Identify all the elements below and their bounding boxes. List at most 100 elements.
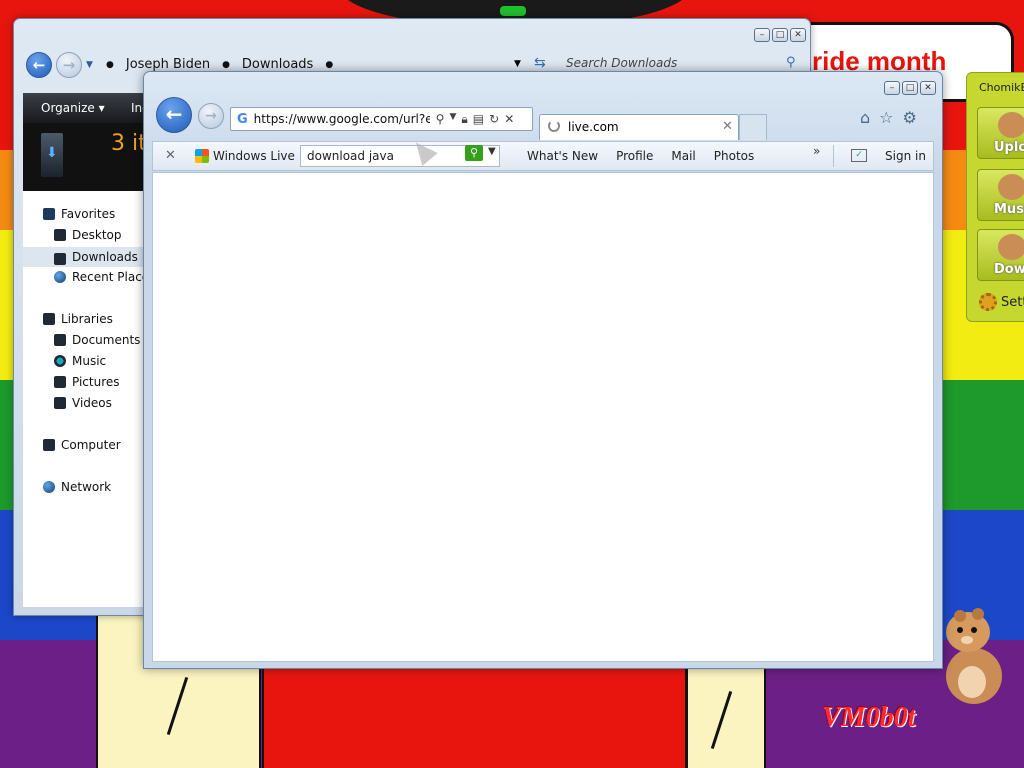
refresh-icon[interactable]: ⇆ <box>534 55 546 71</box>
downloads-icon <box>54 253 66 265</box>
gadget-settings-label: Settings <box>1001 294 1024 310</box>
nav-downloads-label: Downloads <box>72 250 138 264</box>
minimize-button[interactable]: – <box>754 28 770 42</box>
tab-live[interactable]: live.com ✕ <box>539 114 739 140</box>
search-icon[interactable]: ⚲ <box>436 112 445 127</box>
nav-network-label: Network <box>61 480 112 494</box>
vmbot-logo: VM0b0t <box>822 702 916 733</box>
organize-button[interactable]: Organize ▾ <box>41 101 105 115</box>
maximize-button[interactable]: □ <box>772 28 788 42</box>
history-dropdown-icon[interactable]: ▼ <box>86 60 93 70</box>
breadcrumb-item-user[interactable]: Joseph Biden <box>126 57 210 72</box>
minimize-button[interactable]: – <box>884 81 900 95</box>
loading-spinner-icon <box>548 120 560 132</box>
toolbar-links: What's New Profile Mail Photos <box>527 149 754 163</box>
gadget-music-button[interactable]: Music <box>977 169 1024 221</box>
nav-pictures-label: Pictures <box>72 375 120 389</box>
nav-desktop-label: Desktop <box>72 228 122 242</box>
back-button[interactable]: ← <box>156 97 192 133</box>
breadcrumb-item-downloads[interactable]: Downloads <box>242 57 313 72</box>
maximize-button[interactable]: □ <box>902 81 918 95</box>
gear-icon <box>979 293 997 311</box>
link-whats-new[interactable]: What's New <box>527 149 598 163</box>
nav-pictures[interactable]: Pictures <box>54 375 120 389</box>
recent-places-icon <box>54 271 66 283</box>
address-url[interactable]: https://www.google.com/url?esrc <box>254 112 430 126</box>
close-button[interactable]: ✕ <box>790 28 806 42</box>
ie-window-controls: – □ ✕ <box>884 81 936 95</box>
address-bar-icons: ⚲ ▼ 🔒︎ ▤ ↻ ✕ <box>436 112 515 127</box>
explorer-nav-buttons: ← → ▼ <box>26 52 93 78</box>
link-profile[interactable]: Profile <box>616 149 653 163</box>
favorites-star-icon[interactable]: ☆ <box>879 108 893 127</box>
nav-computer[interactable]: Computer <box>43 438 121 452</box>
gadget-upload-button[interactable]: Upload <box>977 107 1024 159</box>
dropdown-icon[interactable]: ▼ <box>449 112 456 127</box>
gadget-settings-button[interactable]: Settings <box>979 293 1024 311</box>
hamster-icon <box>946 608 1002 704</box>
navigation-pane: Favorites Desktop Downloads Recent Place… <box>23 191 155 607</box>
checkmark-icon[interactable]: ✓ <box>851 149 867 162</box>
network-icon <box>43 481 55 493</box>
link-mail[interactable]: Mail <box>671 149 695 163</box>
nav-favorites[interactable]: Favorites <box>43 207 115 221</box>
breadcrumb-separator: ● <box>106 59 114 70</box>
tab-close-icon[interactable]: ✕ <box>722 119 733 134</box>
favorites-icon <box>43 208 55 220</box>
gadget-music-label: Music <box>994 202 1024 217</box>
hamster-icon <box>998 112 1024 138</box>
link-photos[interactable]: Photos <box>714 149 754 163</box>
page-content-area[interactable] <box>152 172 934 662</box>
home-icon[interactable]: ⌂ <box>860 108 870 127</box>
search-icon[interactable]: ⚲ <box>786 55 796 70</box>
address-bar[interactable]: G https://www.google.com/url?esrc ⚲ ▼ 🔒︎… <box>230 107 533 131</box>
search-go-icon[interactable]: ⚲ <box>465 145 483 161</box>
forward-button[interactable]: → <box>56 52 82 78</box>
hamster-icon <box>998 234 1024 260</box>
breadcrumb: ● Joseph Biden ● Downloads ● <box>106 57 333 72</box>
chomikbox-gadget: ChomikBox Upload Music Download Settings <box>966 72 1024 322</box>
nav-network[interactable]: Network <box>43 480 111 494</box>
nav-desktop[interactable]: Desktop <box>54 228 122 242</box>
nav-computer-label: Computer <box>61 438 121 452</box>
lock-icon[interactable]: 🔒︎ <box>461 112 467 127</box>
search-input[interactable]: Search Downloads <box>566 56 802 70</box>
nav-recent-places[interactable]: Recent Places <box>54 270 155 284</box>
back-button[interactable]: ← <box>26 52 52 78</box>
videos-icon <box>54 397 66 409</box>
windows-live-brand[interactable]: Windows Live <box>195 149 295 163</box>
google-favicon-icon: G <box>237 111 248 127</box>
close-button[interactable]: ✕ <box>920 81 936 95</box>
gadget-download-button[interactable]: Download <box>977 229 1024 281</box>
nav-documents-label: Documents <box>72 333 141 347</box>
chevron-more-icon[interactable]: » <box>813 144 820 158</box>
toolbar-close-icon[interactable]: ✕ <box>165 148 176 163</box>
nav-documents[interactable]: Documents <box>54 333 140 347</box>
address-dropdown-icon[interactable]: ▼ <box>514 59 521 69</box>
forward-button[interactable]: → <box>198 103 224 129</box>
refresh-icon[interactable]: ↻ <box>489 112 499 127</box>
breadcrumb-separator: ● <box>222 59 230 70</box>
stop-icon[interactable]: ✕ <box>504 112 514 127</box>
sign-in-link[interactable]: Sign in <box>885 149 926 163</box>
compatibility-icon[interactable]: ▤ <box>473 112 484 127</box>
gear-icon[interactable]: ⚙ <box>903 108 917 127</box>
nav-videos[interactable]: Videos <box>54 396 112 410</box>
explorer-toolbar: Organize ▾ Inc <box>23 93 153 123</box>
search-options-dropdown-icon[interactable]: ▼ <box>488 146 496 157</box>
hamster-icon <box>998 174 1024 200</box>
new-tab-button[interactable] <box>739 114 767 140</box>
desktop-icon <box>54 229 66 241</box>
computer-icon <box>43 439 55 451</box>
music-icon <box>54 355 66 367</box>
nav-music[interactable]: Music <box>54 354 106 368</box>
tab-title: live.com <box>568 120 619 134</box>
documents-icon <box>54 334 66 346</box>
windows-flag-icon <box>195 149 209 163</box>
nav-libraries[interactable]: Libraries <box>43 312 113 326</box>
breadcrumb-separator: ● <box>325 59 334 70</box>
internet-explorer-window: – □ ✕ ← → G https://www.google.com/url?e… <box>143 71 943 669</box>
nav-libraries-label: Libraries <box>61 312 113 326</box>
nav-downloads[interactable]: Downloads <box>23 247 153 267</box>
toolbar-divider <box>833 145 834 167</box>
